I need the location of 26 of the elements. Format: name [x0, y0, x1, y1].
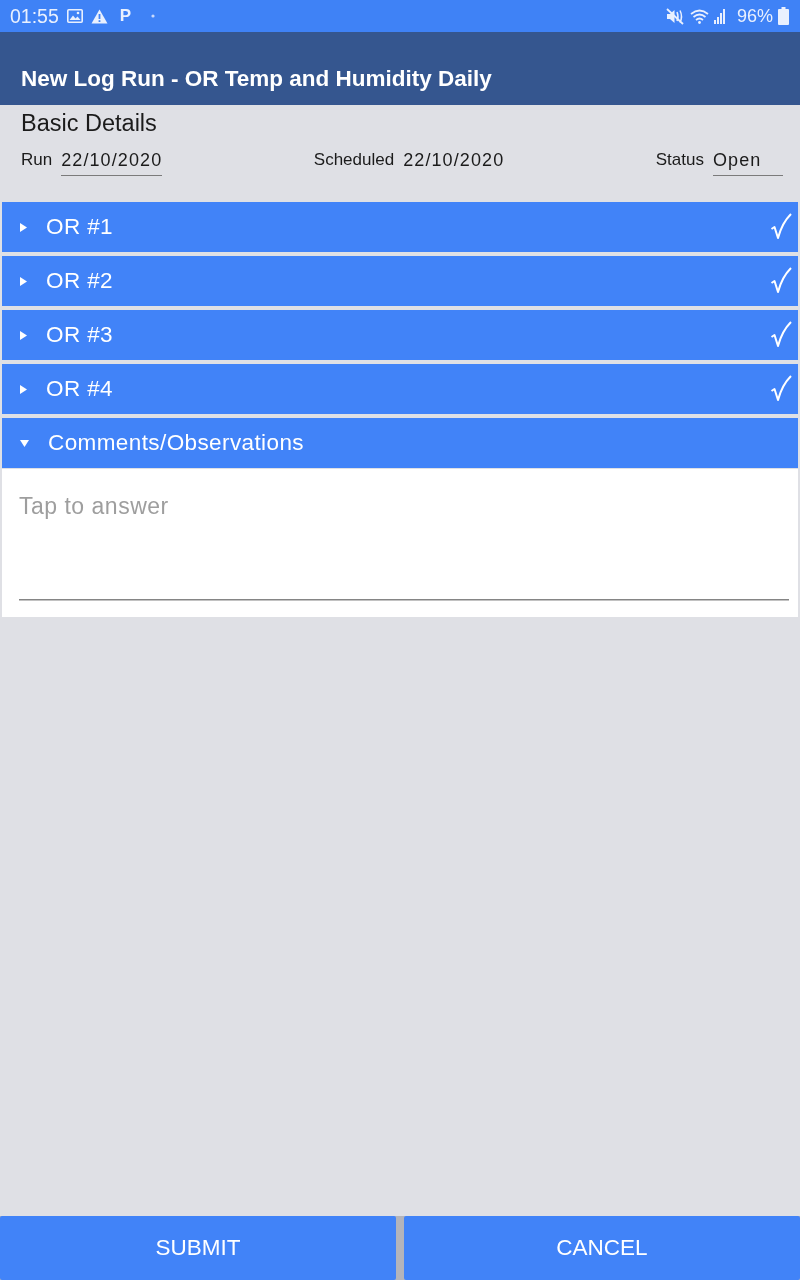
- battery-level: 96%: [736, 5, 773, 27]
- cancel-button[interactable]: CANCEL: [404, 1216, 800, 1280]
- field-value: 22/10/2020: [403, 149, 505, 172]
- field-label: Status: [655, 149, 704, 170]
- section-header[interactable]: OR #4: [2, 364, 798, 414]
- status-time: 01:55: [10, 4, 59, 28]
- section-header[interactable]: Comments/Observations: [2, 418, 798, 468]
- field-label: Scheduled: [313, 149, 395, 170]
- section-header[interactable]: OR #2: [2, 256, 798, 306]
- image-icon: [66, 9, 83, 23]
- warning-icon: [90, 8, 108, 24]
- notification-dot-icon: [151, 14, 156, 18]
- wifi-icon: [689, 8, 709, 24]
- section-header[interactable]: OR #3: [2, 310, 798, 360]
- field-label: Run: [21, 149, 53, 170]
- section-header[interactable]: OR #1: [2, 202, 798, 252]
- input-field[interactable]: Open: [713, 147, 783, 176]
- input-field[interactable]: 22/10/2020: [61, 147, 163, 176]
- notification-letter: P: [119, 6, 132, 26]
- muted-speaker-icon: [665, 7, 685, 25]
- section-heading: Basic Details: [21, 109, 158, 137]
- submit-button[interactable]: SUBMIT: [0, 1216, 396, 1280]
- signal-icon: [713, 8, 725, 24]
- answer-field[interactable]: Tap to answer: [2, 469, 798, 617]
- window-title: New Log Run - OR Temp and Humidity Daily: [21, 66, 492, 92]
- battery-icon: [778, 7, 789, 25]
